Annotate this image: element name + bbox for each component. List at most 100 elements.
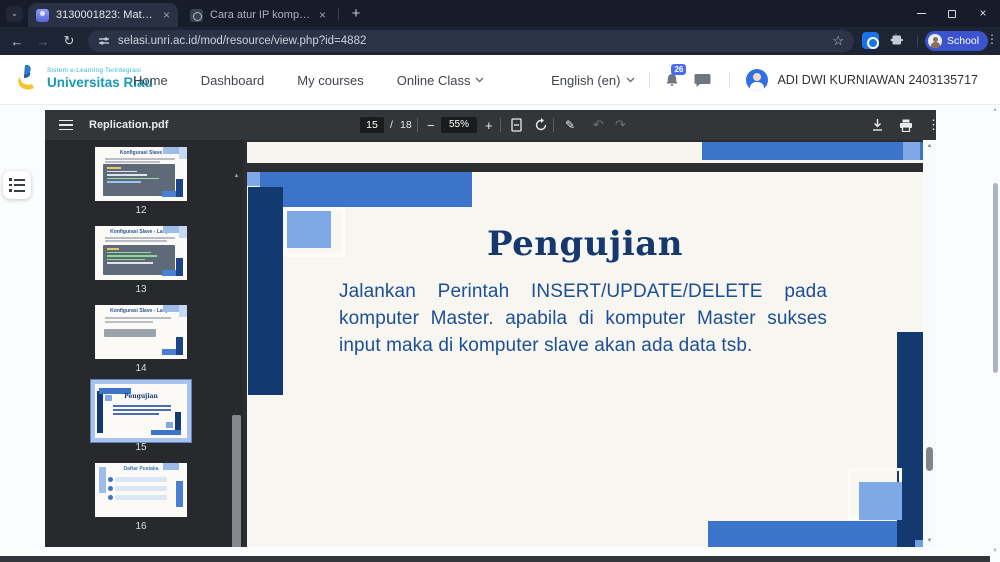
pdf-thumbnail-sidebar: Konfigurasi Slave 12 Konfigurasi Slave -… xyxy=(45,140,243,547)
nav-home[interactable]: Home xyxy=(133,73,168,88)
fit-page-button[interactable] xyxy=(511,110,522,140)
slide-decor-top-bar xyxy=(260,172,472,207)
chevron-down-icon xyxy=(626,77,635,83)
slide-decor-bottom-bar xyxy=(708,521,923,547)
scrollbar-thumb[interactable] xyxy=(232,415,241,547)
reload-button[interactable]: ↻ xyxy=(56,33,82,49)
zoom-in-button[interactable]: + xyxy=(485,110,493,140)
tab-selasi[interactable]: 3130001823: Materi | Selasi × xyxy=(28,3,178,27)
main-nav: Home Dashboard My courses Online Class xyxy=(133,55,484,105)
pdf-page-view: Pengujian Jalankan Perintah INSERT/UPDAT… xyxy=(243,140,923,547)
notifications-button[interactable]: 26 xyxy=(664,63,687,89)
thumbnail-page-12[interactable]: Konfigurasi Slave 12 xyxy=(95,147,187,216)
page-scrollbar[interactable]: ▲ ▼ xyxy=(990,105,1000,562)
window-close-button[interactable]: × xyxy=(966,0,1000,27)
back-button[interactable]: ← xyxy=(4,34,30,49)
thumbnail-page-15-selected[interactable]: Pengujian 15 xyxy=(91,380,191,453)
browser-menu-icon[interactable]: ⋮ xyxy=(986,32,998,46)
slide-title: Pengujian xyxy=(487,224,683,264)
zoom-out-button[interactable]: − xyxy=(427,110,435,140)
scroll-down-icon[interactable]: ▼ xyxy=(923,538,936,544)
extension-icon[interactable] xyxy=(862,32,879,49)
messages-icon[interactable] xyxy=(694,73,711,88)
scrollbar-thumb[interactable] xyxy=(993,183,998,373)
undo-button[interactable]: ↶ xyxy=(593,110,604,140)
selasi-favicon xyxy=(36,8,49,22)
tab-search-button[interactable]: ⌄ xyxy=(6,6,23,22)
pdf-toolbar: Replication.pdf 15 / 18 − 55% + ✎ ↶ ↷ ⋮ xyxy=(45,110,940,140)
language-menu[interactable]: English (en) xyxy=(551,73,635,88)
toolbar-divider xyxy=(553,118,554,132)
user-name[interactable]: ADI DWI KURNIAWAN 2403135717 xyxy=(777,73,978,87)
page-number-input[interactable]: 15 xyxy=(360,117,384,133)
header-divider xyxy=(649,72,651,88)
site-header: Sistem e-Learning Terintegrasi Universit… xyxy=(0,55,1000,105)
thumbnail-page-16[interactable]: Daftar Pustaka 16 xyxy=(95,463,187,532)
pdf-filename: Replication.pdf xyxy=(89,119,169,131)
toolbar-divider xyxy=(417,118,418,132)
browser-tab-strip: ⌄ 3130001823: Materi | Selasi × Cara atu… xyxy=(0,0,1000,27)
chevron-down-icon xyxy=(475,77,484,83)
profile-chip[interactable]: School xyxy=(925,31,989,51)
print-button[interactable] xyxy=(899,110,913,140)
header-right: English (en) 26 ADI DWI KURNIAWAN 240313… xyxy=(551,55,978,105)
page-count: 18 xyxy=(400,119,412,131)
thumb-page-number: 13 xyxy=(135,284,147,295)
close-tab-icon[interactable]: × xyxy=(319,9,326,21)
tab-title: 3130001823: Materi | Selasi xyxy=(56,9,157,21)
site-info-icon[interactable] xyxy=(98,35,110,47)
pdf-menu-icon[interactable] xyxy=(59,110,73,140)
thumb-title: Pengujian xyxy=(124,393,158,400)
chevron-down-icon: ⌄ xyxy=(10,8,19,18)
header-divider xyxy=(729,72,731,88)
window-restore-button[interactable] xyxy=(935,0,969,27)
thumb-page-number: 12 xyxy=(135,205,147,216)
new-tab-button[interactable]: + xyxy=(346,4,366,24)
download-button[interactable] xyxy=(871,110,884,140)
thumbnail-page-13[interactable]: Konfigurasi Slave - Lanjut 13 xyxy=(95,226,187,295)
zoom-level-select[interactable]: 55% xyxy=(441,117,477,133)
url-text: selasi.unri.ac.id/mod/resource/view.php?… xyxy=(118,35,367,47)
nav-online-class[interactable]: Online Class xyxy=(397,73,485,88)
profile-avatar xyxy=(928,34,942,48)
slide-decor-topleft-square xyxy=(247,172,260,186)
window-minimize-button[interactable] xyxy=(904,0,938,27)
slide-decor-bottomright-square xyxy=(915,540,923,547)
thumbnail-scrollbar[interactable]: ▲ ▼ xyxy=(230,170,243,547)
bookmark-star-icon[interactable]: ☆ xyxy=(832,33,844,49)
annotate-button[interactable]: ✎ xyxy=(565,110,575,140)
slide-decor-outline-square2 xyxy=(848,468,902,520)
extensions-puzzle-icon[interactable] xyxy=(890,32,904,46)
thumbnail-page-14[interactable]: Konfigurasi Slave - Lanjut 14 xyxy=(95,305,187,374)
scroll-up-icon[interactable]: ▲ xyxy=(230,173,243,179)
unri-logo-icon xyxy=(18,64,34,90)
forward-button[interactable]: → xyxy=(30,34,56,49)
scroll-up-icon[interactable]: ▲ xyxy=(991,107,999,113)
pdf-more-menu[interactable]: ⋮ xyxy=(927,110,940,140)
pdf-page-15: Pengujian Jalankan Perintah INSERT/UPDAT… xyxy=(247,172,923,547)
toolbar-separator xyxy=(917,35,918,47)
redo-button[interactable]: ↷ xyxy=(615,110,626,140)
nav-dashboard[interactable]: Dashboard xyxy=(201,73,265,88)
scrollbar-thumb[interactable] xyxy=(926,447,933,471)
pdf-scrollbar[interactable]: ▲ ▼ xyxy=(923,140,936,547)
scroll-down-icon[interactable]: ▼ xyxy=(991,548,999,554)
thumb-page-number: 15 xyxy=(135,442,147,453)
pdf-viewer: Replication.pdf 15 / 18 − 55% + ✎ ↶ ↷ ⋮ … xyxy=(45,110,940,547)
screen: ⌄ 3130001823: Materi | Selasi × Cara atu… xyxy=(0,0,1000,562)
close-tab-icon[interactable]: × xyxy=(163,9,170,21)
page-footer-edge xyxy=(0,556,990,562)
nav-my-courses[interactable]: My courses xyxy=(297,73,363,88)
browser-toolbar: ← → ↻ selasi.unri.ac.id/mod/resource/vie… xyxy=(0,27,1000,55)
notification-badge: 26 xyxy=(671,63,687,75)
user-avatar[interactable] xyxy=(746,69,769,91)
page-separator: / xyxy=(390,119,393,131)
rotate-button[interactable] xyxy=(534,110,548,140)
address-bar[interactable]: selasi.unri.ac.id/mod/resource/view.php?… xyxy=(88,30,854,52)
pdf-page-14-bottom xyxy=(247,142,923,163)
thumb-page-number: 14 xyxy=(135,363,147,374)
scroll-up-icon[interactable]: ▲ xyxy=(923,143,936,149)
course-index-drawer-button[interactable] xyxy=(3,171,31,199)
video-favicon xyxy=(190,8,203,22)
tab-cara-atur-ip[interactable]: Cara atur IP komputer × xyxy=(182,3,334,27)
